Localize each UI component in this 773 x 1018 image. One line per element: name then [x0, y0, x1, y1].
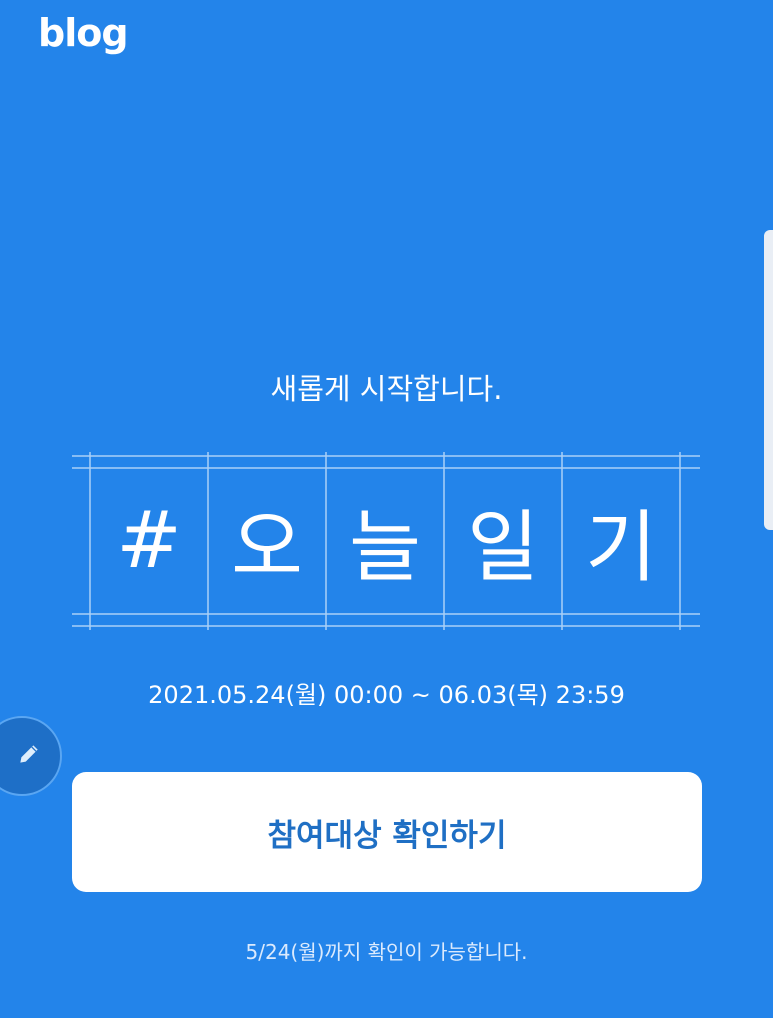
write-post-button[interactable]: [0, 716, 62, 796]
hashtag-char-hash: #: [116, 496, 182, 586]
check-eligibility-button[interactable]: 참여대상 확인하기: [72, 772, 702, 892]
blog-logo[interactable]: blog: [38, 14, 129, 52]
event-date-range: 2021.05.24(월) 00:00 ~ 06.03(목) 23:59: [148, 681, 625, 709]
hashtag-char-2: 늘: [349, 503, 421, 593]
hero-headline: 새롭게 시작합니다.: [270, 372, 503, 406]
pencil-icon: [16, 741, 42, 771]
hashtag-char-3: 일: [467, 503, 539, 593]
hashtag-grid: # 오 늘 일 기: [72, 452, 700, 630]
hashtag-char-4: 기: [585, 503, 657, 593]
hashtag-char-1: 오: [231, 503, 303, 593]
deadline-note: 5/24(월)까지 확인이 가능합니다.: [245, 940, 528, 964]
